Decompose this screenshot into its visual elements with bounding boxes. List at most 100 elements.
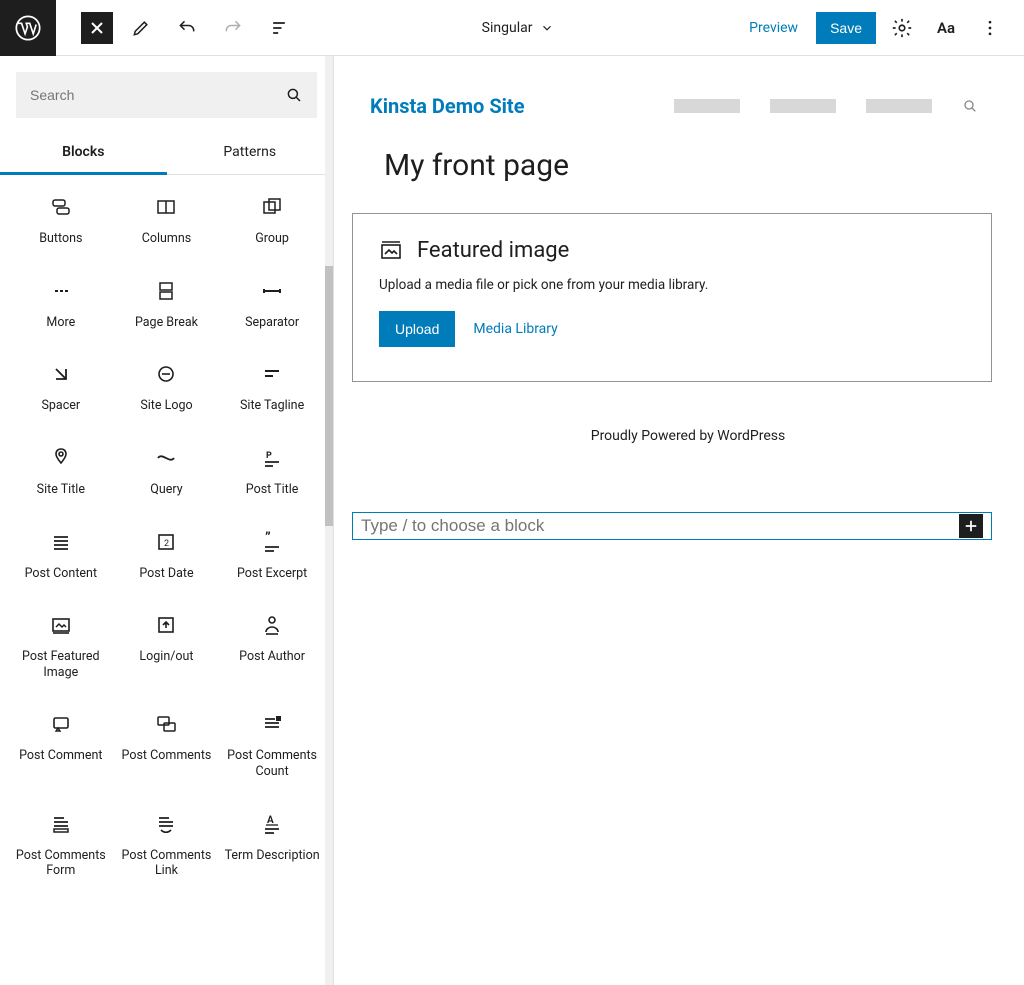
block-item[interactable]: Post Comments Form <box>8 798 114 897</box>
nav-item-placeholder <box>770 99 836 113</box>
tab-blocks[interactable]: Blocks <box>0 132 167 174</box>
editor-canvas: Kinsta Demo Site My front page <box>334 56 1024 985</box>
block-label: Site Logo <box>140 398 192 414</box>
block-label: Group <box>255 231 289 247</box>
block-icon: P <box>258 444 286 472</box>
block-label: Columns <box>142 231 192 247</box>
block-appender-input[interactable] <box>361 516 959 536</box>
block-label: Post Comments Link <box>118 848 216 879</box>
block-item[interactable]: Buttons <box>8 181 114 265</box>
block-search[interactable] <box>16 72 317 118</box>
block-label: Post Content <box>25 566 97 582</box>
block-item[interactable]: More <box>8 265 114 349</box>
undo-button[interactable] <box>169 10 205 46</box>
block-item[interactable]: Query <box>114 432 220 516</box>
more-menu-button[interactable] <box>972 10 1008 46</box>
block-item[interactable]: P Post Title <box>219 432 325 516</box>
add-block-button[interactable] <box>959 514 983 538</box>
block-item[interactable]: Group <box>219 181 325 265</box>
chevron-down-icon <box>540 21 554 35</box>
topbar-right: Preview Save Aa <box>739 10 1024 46</box>
template-name: Singular <box>482 20 533 36</box>
block-icon <box>47 277 75 305</box>
block-icon <box>152 360 180 388</box>
save-button[interactable]: Save <box>816 12 876 44</box>
block-label: Post Featured Image <box>12 649 110 680</box>
block-icon: ” <box>258 528 286 556</box>
block-label: Site Tagline <box>240 398 304 414</box>
block-label: Site Title <box>37 482 85 498</box>
block-inserter-panel: Blocks Patterns Buttons Columns Group More P… <box>0 56 334 985</box>
close-inserter-button[interactable] <box>81 12 113 44</box>
block-label: Page Break <box>135 315 198 331</box>
media-library-button[interactable]: Media Library <box>473 321 557 337</box>
svg-text:P: P <box>266 451 272 461</box>
block-item[interactable]: Site Logo <box>114 348 220 432</box>
featured-image-block[interactable]: Featured image Upload a media file or pi… <box>352 213 992 382</box>
block-icon <box>47 193 75 221</box>
svg-text:”: ” <box>265 530 271 546</box>
block-item[interactable]: Post Comments Link <box>114 798 220 897</box>
navigation-placeholder[interactable] <box>674 98 978 114</box>
block-label: Post Comment <box>19 748 102 764</box>
nav-item-placeholder <box>866 99 932 113</box>
search-icon[interactable] <box>962 98 978 114</box>
block-label: Post Comments Count <box>223 748 321 779</box>
block-icon: 2 <box>152 528 180 556</box>
featured-image-description: Upload a media file or pick one from you… <box>379 277 965 293</box>
block-item[interactable]: 2 Post Date <box>114 516 220 600</box>
editor-topbar: Singular Preview Save Aa <box>0 0 1024 56</box>
block-item[interactable]: Post Author <box>219 599 325 698</box>
block-icon: A <box>258 810 286 838</box>
styles-button[interactable]: Aa <box>928 10 964 46</box>
template-selector[interactable]: Singular <box>297 20 739 36</box>
block-icon <box>258 611 286 639</box>
block-icon <box>152 444 180 472</box>
wordpress-logo[interactable] <box>0 0 56 56</box>
block-label: Separator <box>245 315 299 331</box>
block-icon <box>47 528 75 556</box>
post-title-block[interactable]: My front page <box>352 126 1024 205</box>
block-label: Query <box>150 482 182 498</box>
block-icon <box>152 193 180 221</box>
block-appender[interactable] <box>352 512 992 540</box>
editor-main: Blocks Patterns Buttons Columns Group More P… <box>0 56 1024 985</box>
block-item[interactable]: Separator <box>219 265 325 349</box>
block-item[interactable]: Post Comment <box>8 698 114 797</box>
settings-button[interactable] <box>884 10 920 46</box>
block-item[interactable]: Login/out <box>114 599 220 698</box>
block-label: Login/out <box>139 649 193 665</box>
scrollbar-thumb[interactable] <box>325 266 333 526</box>
block-item[interactable]: Spacer <box>8 348 114 432</box>
svg-text:A: A <box>267 815 274 826</box>
edit-tool-button[interactable] <box>123 10 159 46</box>
block-item[interactable]: Site Title <box>8 432 114 516</box>
search-input[interactable] <box>30 87 285 103</box>
block-label: Post Author <box>239 649 305 665</box>
featured-image-title: Featured image <box>417 238 569 263</box>
block-item[interactable]: Post Content <box>8 516 114 600</box>
block-item[interactable]: ”Post Excerpt <box>219 516 325 600</box>
tab-patterns[interactable]: Patterns <box>167 132 334 174</box>
inserter-tabs: Blocks Patterns <box>0 132 333 174</box>
block-item[interactable]: Site Tagline <box>219 348 325 432</box>
block-item[interactable]: ATerm Description <box>219 798 325 897</box>
upload-button[interactable]: Upload <box>379 311 455 347</box>
block-label: Post Date <box>139 566 193 582</box>
block-item[interactable]: Post Comments <box>114 698 220 797</box>
list-view-button[interactable] <box>261 10 297 46</box>
block-icon <box>152 710 180 738</box>
block-item[interactable]: Post Featured Image <box>8 599 114 698</box>
svg-text:2: 2 <box>164 539 169 549</box>
block-item[interactable]: Post Comments Count <box>219 698 325 797</box>
block-icon <box>258 710 286 738</box>
footer-text[interactable]: Proudly Powered by WordPress <box>352 428 1024 444</box>
block-item[interactable]: Page Break <box>114 265 220 349</box>
site-title-block[interactable]: Kinsta Demo Site <box>370 94 525 118</box>
block-icon <box>258 277 286 305</box>
block-item[interactable]: Columns <box>114 181 220 265</box>
nav-item-placeholder <box>674 99 740 113</box>
preview-button[interactable]: Preview <box>739 14 808 42</box>
redo-button[interactable] <box>215 10 251 46</box>
block-label: Post Title <box>246 482 299 498</box>
